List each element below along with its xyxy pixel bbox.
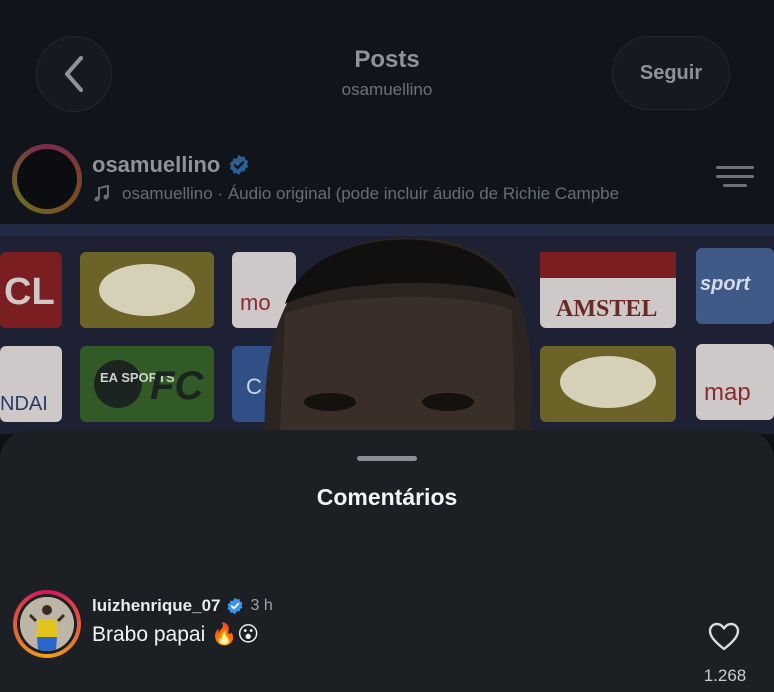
post-avatar[interactable]: [12, 144, 82, 214]
music-note-icon: [94, 184, 109, 202]
post-media[interactable]: CL mo AMSTEL sport NDAI EA SPORTS FC C m…: [0, 224, 774, 434]
comment-text: Brabo papai 🔥😮: [92, 623, 260, 646]
top-bar: Posts osamuellino Seguir: [0, 0, 774, 140]
sign-text: NDAI: [0, 393, 48, 415]
menu-icon[interactable]: [716, 166, 754, 190]
sheet-drag-handle[interactable]: [357, 456, 417, 461]
comment-avatar[interactable]: [13, 590, 81, 658]
verified-icon: [230, 154, 249, 176]
post-header: osamuellino osamuellino · Áudio original…: [0, 140, 774, 224]
post-username-label: osamuellino: [92, 152, 221, 177]
sign-text: FC: [150, 364, 204, 408]
comment-username[interactable]: luizhenrique_07 3 h: [92, 596, 273, 616]
sign-text: C: [246, 374, 262, 399]
like-heart-icon[interactable]: [708, 622, 740, 652]
comment-username-label: luizhenrique_07: [92, 596, 221, 615]
comment-time: 3 h: [250, 597, 273, 614]
avatar-image: [17, 149, 77, 209]
post-image: CL mo AMSTEL sport NDAI EA SPORTS FC C m…: [0, 224, 774, 434]
comments-title: Comentários: [316, 484, 458, 510]
sign-text: mo: [240, 290, 271, 315]
avatar-image: [20, 597, 74, 651]
handshake-logo: [560, 356, 656, 408]
amstel-text: AMSTEL: [556, 296, 657, 322]
audio-info[interactable]: osamuellino · Áudio original (pode inclu…: [92, 184, 682, 204]
post-username[interactable]: osamuellino: [92, 152, 250, 178]
follow-button[interactable]: Seguir: [612, 36, 730, 110]
sign-text: CL: [4, 271, 55, 313]
sign-text: map: [704, 379, 751, 406]
sign-text: sport: [700, 273, 751, 295]
verified-icon: [227, 597, 243, 615]
avatar-border: [17, 594, 77, 654]
audio-text: osamuellino · Áudio original (pode inclu…: [122, 184, 620, 203]
like-count: 1.268: [703, 666, 747, 685]
handshake-logo: [99, 264, 195, 316]
comments-sheet: Comentários luizhenrique_07 3 h Brabo pa…: [0, 430, 774, 692]
